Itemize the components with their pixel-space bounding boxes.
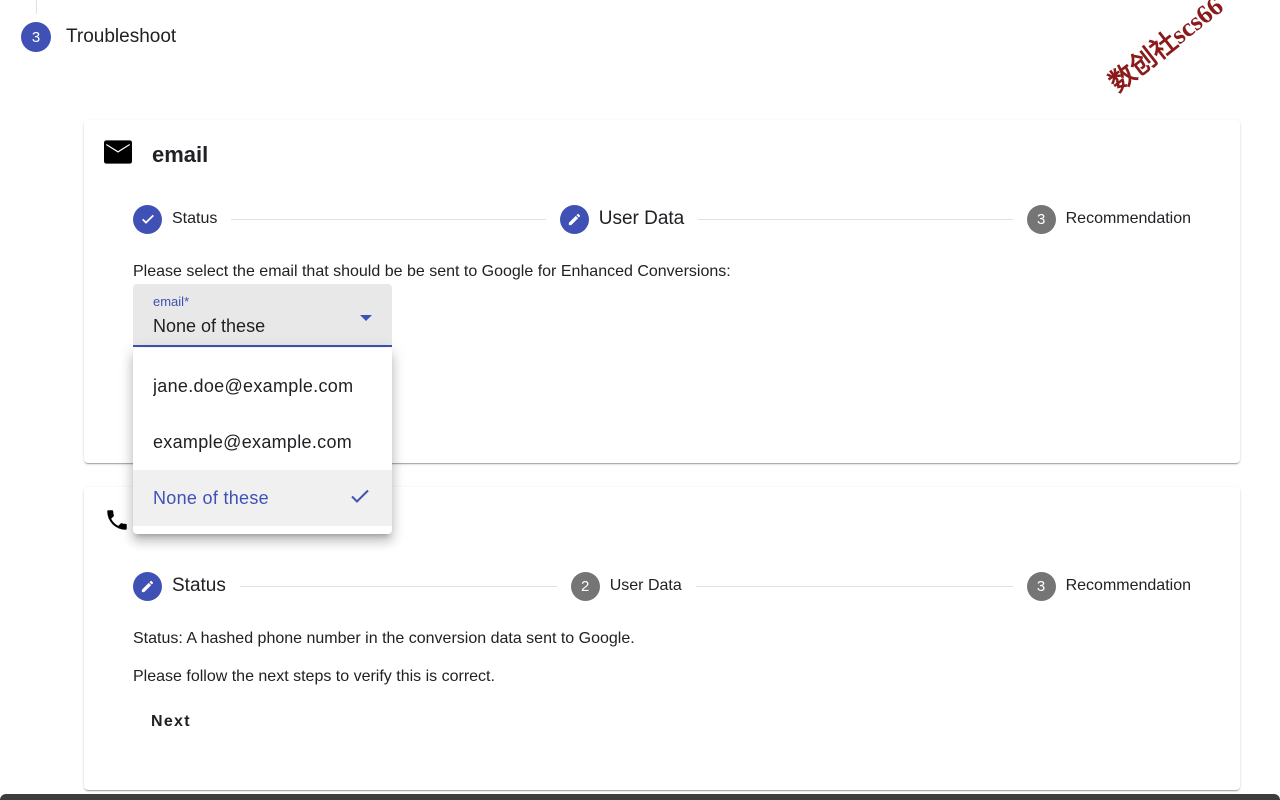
phone-status-text: Status: A hashed phone number in the con… — [133, 630, 635, 647]
troubleshoot-label: Troubleshoot — [66, 26, 177, 47]
email-select-value: None of these — [153, 316, 266, 336]
email-select-label: email* — [153, 294, 190, 309]
phone-card-header — [104, 507, 130, 538]
phone-step-recommendation-label: Recommendation — [1065, 577, 1191, 594]
email-option-label: example@example.com — [153, 431, 353, 452]
phone-follow-text: Please follow the next steps to verify t… — [133, 668, 495, 685]
dropdown-arrow-icon — [360, 315, 372, 321]
email-icon — [104, 140, 132, 169]
stepper-connector-line — [36, 0, 37, 14]
email-step-user-data[interactable]: User Data — [559, 204, 685, 234]
email-option[interactable]: jane.doe@example.com — [133, 358, 392, 414]
email-card-header: email — [104, 140, 208, 169]
check-icon — [133, 204, 162, 234]
step-number-badge: 3 — [21, 22, 51, 52]
phone-step-recommendation[interactable]: 3 Recommendation — [1026, 571, 1191, 601]
email-instruction: Please select the email that should be b… — [133, 263, 731, 280]
email-options-panel: jane.doe@example.com example@example.com… — [133, 348, 392, 534]
watermark: 数创社scs66 — [1103, 0, 1229, 98]
next-button[interactable]: Next — [133, 705, 209, 739]
checkmark-icon — [348, 484, 372, 513]
step-connector — [231, 218, 546, 220]
email-step-status[interactable]: Status — [133, 204, 218, 234]
email-option-label: None of these — [153, 487, 269, 508]
step-number-badge: 3 — [1026, 204, 1056, 234]
phone-step-status-label: Status — [172, 575, 226, 596]
window-bottom-edge — [0, 794, 1280, 800]
email-step-recommendation-label: Recommendation — [1065, 210, 1192, 227]
phone-step-status[interactable]: Status — [133, 571, 226, 601]
step-number-badge: 2 — [570, 571, 600, 601]
phone-step-user-data[interactable]: 2 User Data — [570, 571, 682, 601]
phone-icon — [104, 507, 130, 538]
email-option-label: jane.doe@example.com — [153, 375, 354, 396]
email-option[interactable]: example@example.com — [133, 414, 392, 470]
phone-step-user-data-label: User Data — [609, 577, 682, 594]
step-connector — [695, 585, 1013, 587]
email-step-user-data-label: User Data — [598, 208, 685, 229]
troubleshoot-step-header[interactable]: 3 Troubleshoot — [21, 22, 176, 52]
pencil-icon — [133, 571, 162, 601]
step-connector — [698, 218, 1013, 220]
email-step-recommendation[interactable]: 3 Recommendation — [1026, 204, 1192, 234]
email-stepper: Status User Data 3 Recommendation — [133, 204, 1191, 234]
pencil-icon — [559, 204, 589, 234]
email-select[interactable]: email* None of these — [133, 284, 392, 347]
phone-stepper: Status 2 User Data 3 Recommendation — [133, 571, 1191, 601]
email-step-status-label: Status — [172, 210, 218, 227]
step-connector — [239, 585, 557, 587]
email-card-title: email — [152, 141, 209, 167]
email-option-selected[interactable]: None of these — [133, 470, 392, 526]
step-number-badge: 3 — [1026, 571, 1056, 601]
